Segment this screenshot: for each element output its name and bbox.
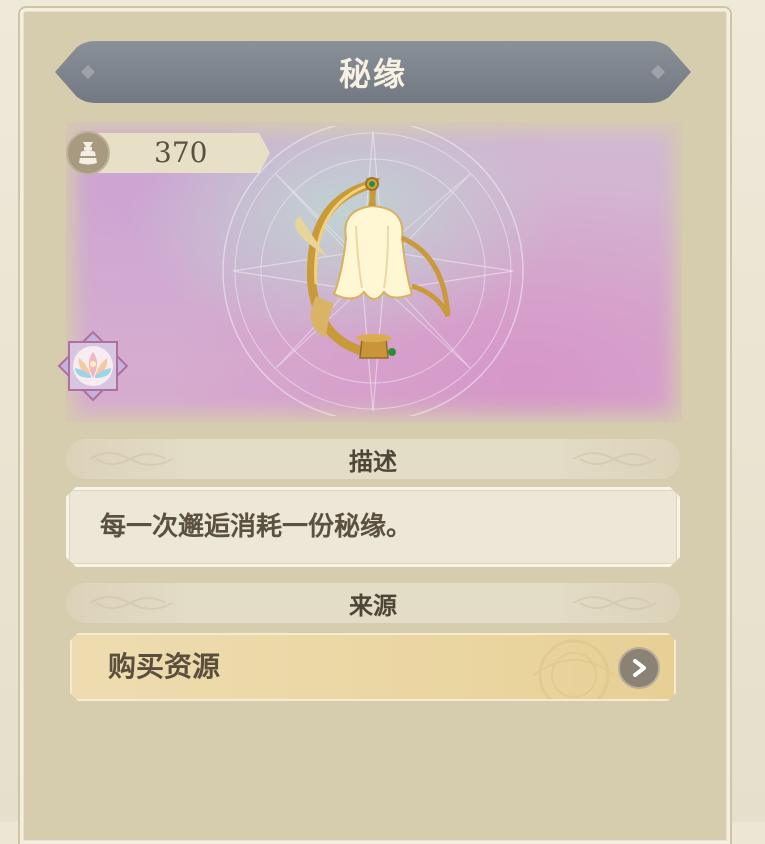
source-header: 来源 <box>66 583 680 623</box>
ornament-icon <box>573 596 657 610</box>
ornament-icon <box>573 452 657 466</box>
description-header-label: 描述 <box>349 446 397 476</box>
pouch-icon <box>66 131 110 175</box>
item-title: 秘缘 <box>338 55 407 93</box>
lotus-rarity-badge <box>57 330 129 402</box>
ornament-icon <box>89 596 173 610</box>
ornament-icon <box>89 452 173 466</box>
lantern-image <box>222 126 524 416</box>
purchase-resource-label: 购买资源 <box>108 650 221 683</box>
chevron-right-icon[interactable] <box>618 647 660 689</box>
count-value: 370 <box>154 136 208 169</box>
description-header: 描述 <box>66 439 680 479</box>
ornament-icon <box>514 635 634 699</box>
purchase-resource-button[interactable]: 购买资源 <box>70 633 676 701</box>
title-banner: 秘缘 <box>55 41 691 103</box>
source-header-label: 来源 <box>349 590 397 620</box>
description-text: 每一次邂逅消耗一份秘缘。 <box>100 512 413 542</box>
